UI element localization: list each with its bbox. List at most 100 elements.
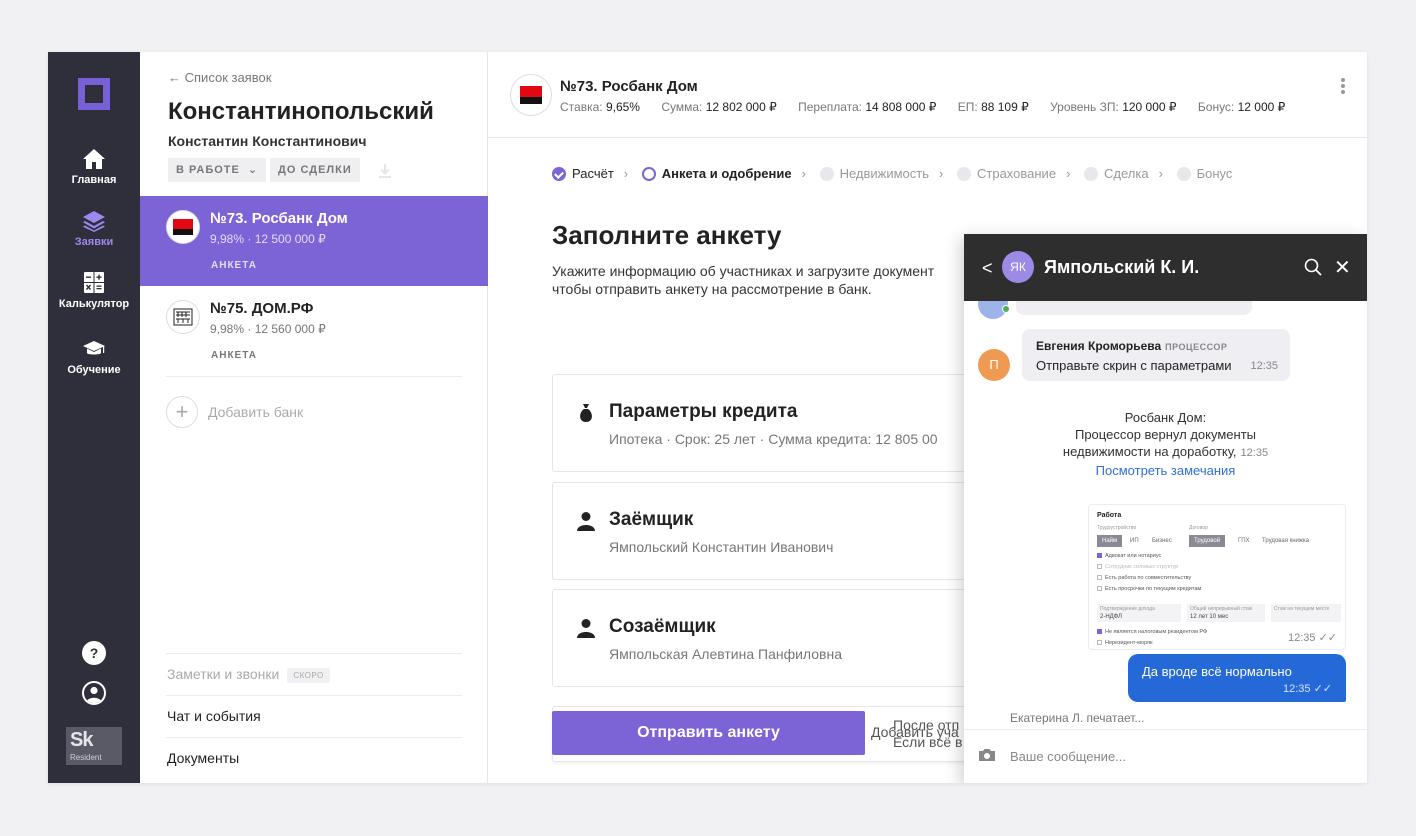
bank-header: №73. Росбанк Дом Ставка: 9,65% Сумма: 12…	[488, 52, 1367, 138]
circle-icon	[957, 167, 971, 181]
chat-contact-name: Ямпольский К. И.	[1044, 257, 1200, 277]
step-bonus[interactable]: Бонус	[1176, 166, 1232, 181]
nav-item-label: Обучение	[67, 364, 121, 376]
badge-caption: Resident	[70, 753, 102, 762]
close-icon[interactable]: ✕	[1334, 255, 1351, 280]
add-bank-label: Добавить банк	[208, 404, 304, 420]
calculator-icon	[84, 272, 104, 293]
help-button[interactable]: ?	[82, 641, 106, 665]
back-to-requests-link[interactable]: ← Список заявок	[168, 70, 271, 85]
check-icon	[552, 167, 566, 181]
client-first-name: Константин Константинович	[168, 133, 367, 149]
notes-and-calls-item[interactable]: Заметки и звонки СКОРО	[167, 666, 330, 683]
stat-rate: Ставка: 9,65%	[560, 100, 640, 114]
outgoing-message: Да вроде всё нормально 12:35 ✓✓	[1128, 654, 1346, 702]
chevron-left-icon[interactable]: <	[982, 258, 993, 279]
card-title: Заёмщик	[609, 509, 694, 530]
double-check-icon: ✓✓	[1313, 683, 1332, 695]
divider	[166, 695, 462, 696]
message-sender: Евгения Кроморьева ПРОЦЕССОР	[1036, 339, 1228, 353]
search-icon[interactable]	[1304, 258, 1322, 276]
loan-parameters-card[interactable]: Параметры кредита Ипотека · Срок: 25 лет…	[552, 374, 982, 472]
card-subtitle: Ипотека · Срок: 25 лет · Сумма кредита: …	[609, 431, 938, 447]
app-logo[interactable]	[78, 78, 110, 110]
back-link-label: Список заявок	[184, 70, 272, 85]
status-tag-label: В РАБОТЕ	[176, 164, 240, 176]
person-icon	[577, 512, 595, 531]
bank-item-domrf[interactable]: №75. ДОМ.РФ 9,98% · 12 560 000 ₽ АНКЕТА	[140, 286, 488, 376]
nav-item-label: Заявки	[74, 236, 114, 248]
layers-icon	[83, 211, 105, 232]
stat-monthly-payment: ЕП: 88 109 ₽	[957, 100, 1029, 114]
divider	[166, 653, 462, 654]
sender-avatar: П	[978, 349, 1010, 381]
card-title: Созаёмщик	[609, 616, 716, 637]
bank-item-rosbank[interactable]: №73. Росбанк Дом 9,98% · 12 500 000 ₽ АН…	[140, 196, 488, 286]
page-description: Укажите информацию об участниках и загру…	[552, 263, 935, 297]
step-application[interactable]: Анкета и одобрение	[641, 166, 792, 181]
nav-item-home[interactable]: Главная	[48, 148, 140, 186]
camera-icon[interactable]	[978, 748, 996, 762]
graduation-cap-icon	[83, 341, 105, 355]
bank-status: АНКЕТА	[211, 350, 257, 361]
person-icon	[577, 619, 595, 638]
step-deal[interactable]: Сделка	[1084, 166, 1149, 181]
chat-header: < ЯК Ямпольский К. И. ✕	[964, 234, 1367, 301]
nav-item-learning[interactable]: Обучение	[48, 338, 140, 376]
rosbank-logo	[166, 210, 200, 244]
skolkovo-resident-badge: Sk Resident	[66, 727, 122, 765]
progress-steps: Расчёт › Анкета и одобрение › Недвижимость…	[552, 166, 1238, 181]
step-insurance[interactable]: Страхование	[957, 166, 1056, 181]
bank-details: 9,98% · 12 560 000 ₽	[210, 322, 326, 336]
bank-name: №75. ДОМ.РФ	[210, 300, 314, 317]
chat-and-events-item[interactable]: Чат и события	[167, 708, 261, 724]
screenshot-attachment[interactable]: Работа Трудоустройство Найм ИП Бизнес До…	[1088, 504, 1346, 650]
message-time: 12:35 ✓✓	[1287, 632, 1337, 644]
chevron-right-icon: ›	[939, 166, 944, 181]
chevron-down-icon: ⌄	[247, 164, 259, 176]
notes-label: Заметки и звонки	[167, 666, 280, 682]
money-bag-icon	[580, 404, 592, 422]
co-borrower-card[interactable]: Созаёмщик Ямпольская Алевтина Панфиловна	[552, 589, 982, 687]
message-input[interactable]	[1010, 746, 1340, 766]
card-subtitle: Ямпольская Алевтина Панфиловна	[609, 646, 842, 662]
circle-icon	[1176, 167, 1191, 181]
message-time: 12:35	[1250, 360, 1278, 372]
submit-application-button[interactable]: Отправить анкету	[552, 711, 865, 755]
chat-messages: П Евгения Кроморьева ПРОЦЕССОР Отправьте …	[964, 301, 1367, 729]
bank-name: №73. Росбанк Дом	[210, 210, 348, 227]
nav-item-label: Главная	[71, 174, 117, 186]
header-title: №73. Росбанк Дом	[560, 78, 698, 95]
nav-item-calculator[interactable]: Калькулятор	[48, 272, 140, 310]
step-property[interactable]: Недвижимость	[819, 166, 929, 181]
domrf-logo	[166, 300, 200, 334]
double-check-icon: ✓✓	[1318, 632, 1337, 644]
download-icon[interactable]	[376, 162, 394, 180]
chat-composer	[964, 729, 1367, 783]
borrower-card[interactable]: Заёмщик Ямпольский Константин Иванович	[552, 482, 982, 580]
bank-status: АНКЕТА	[211, 260, 257, 271]
stat-amount: Сумма: 12 802 000 ₽	[661, 100, 777, 114]
bank-details: 9,98% · 12 500 000 ₽	[210, 232, 326, 246]
plus-icon: +	[166, 396, 198, 428]
arrow-left-icon: ←	[168, 70, 185, 85]
message-time: 12:35 ✓✓	[1282, 683, 1332, 695]
documents-item[interactable]: Документы	[167, 750, 239, 766]
status-dropdown[interactable]: В РАБОТЕ ⌄	[168, 158, 267, 182]
divider	[166, 376, 462, 377]
profile-avatar[interactable]	[82, 681, 106, 705]
chevron-right-icon: ›	[1066, 166, 1071, 181]
circle-icon	[641, 167, 656, 181]
request-panel: ← Список заявок Константинопольский Конс…	[140, 52, 488, 783]
card-title: Параметры кредита	[609, 401, 798, 422]
typing-indicator: Екатерина Л. печатает...	[1010, 711, 1145, 725]
main-nav-rail: Главная Заявки Калькулятор Обучение ? Sk…	[48, 52, 140, 783]
more-menu-icon[interactable]	[1341, 78, 1345, 94]
app-window: Главная Заявки Калькулятор Обучение ? Sk…	[48, 52, 1367, 783]
step-calculation[interactable]: Расчёт	[552, 166, 614, 181]
message-text: Отправьте скрин с параметрами	[1036, 358, 1232, 373]
nav-item-requests[interactable]: Заявки	[48, 210, 140, 248]
incoming-message: Евгения Кроморьева ПРОЦЕССОР Отправьте ск…	[1022, 329, 1290, 381]
client-last-name: Константинопольский	[168, 98, 434, 125]
view-remarks-link[interactable]: Посмотреть замечания	[1096, 463, 1236, 478]
